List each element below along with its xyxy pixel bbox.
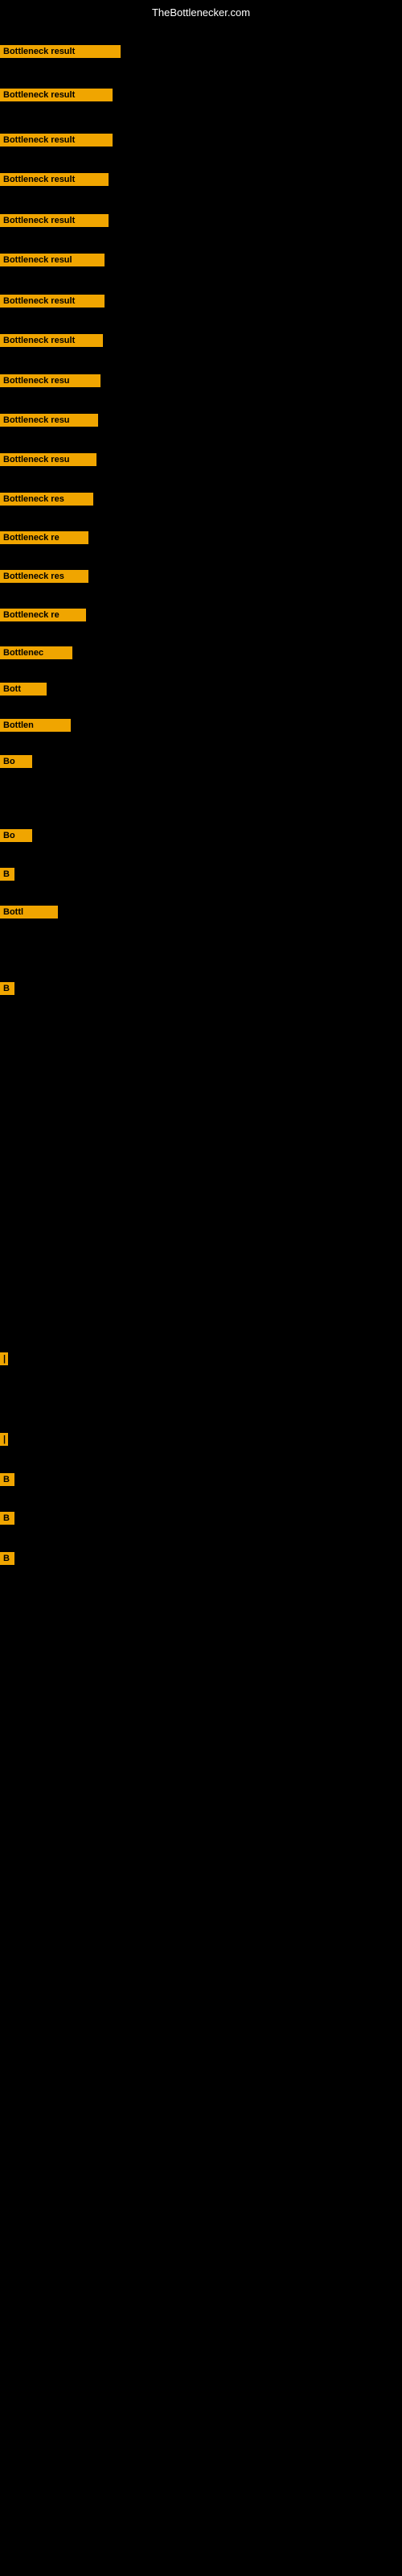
bottleneck-badge-23: | [0,1352,8,1365]
bottleneck-badge-1: Bottleneck result [0,89,113,101]
bottleneck-badge-14: Bottleneck re [0,609,86,621]
bottleneck-badge-7: Bottleneck result [0,334,103,347]
bottleneck-badge-10: Bottleneck resu [0,453,96,466]
bottleneck-badge-0: Bottleneck result [0,45,121,58]
bottleneck-badge-8: Bottleneck resu [0,374,100,387]
bottleneck-badge-16: Bott [0,683,47,696]
bottleneck-badge-12: Bottleneck re [0,531,88,544]
bottleneck-badge-18: Bo [0,755,32,768]
bottleneck-badge-27: B [0,1552,14,1565]
bottleneck-badge-24: | [0,1433,8,1446]
bottleneck-badge-2: Bottleneck result [0,134,113,147]
bottleneck-badge-3: Bottleneck result [0,173,109,186]
bottleneck-badge-19: Bo [0,829,32,842]
bottleneck-badge-11: Bottleneck res [0,493,93,506]
bottleneck-badge-22: B [0,982,14,995]
bottleneck-badge-20: B [0,868,14,881]
bottleneck-badge-25: B [0,1473,14,1486]
bottleneck-badge-5: Bottleneck resul [0,254,105,266]
bottleneck-badge-21: Bottl [0,906,58,919]
bottleneck-badge-13: Bottleneck res [0,570,88,583]
site-title: TheBottlenecker.com [0,6,402,19]
bottleneck-badge-15: Bottlenec [0,646,72,659]
bottleneck-badge-17: Bottlen [0,719,71,732]
bottleneck-badge-4: Bottleneck result [0,214,109,227]
bottleneck-badge-26: B [0,1512,14,1525]
bottleneck-badge-9: Bottleneck resu [0,414,98,427]
bottleneck-badge-6: Bottleneck result [0,295,105,308]
